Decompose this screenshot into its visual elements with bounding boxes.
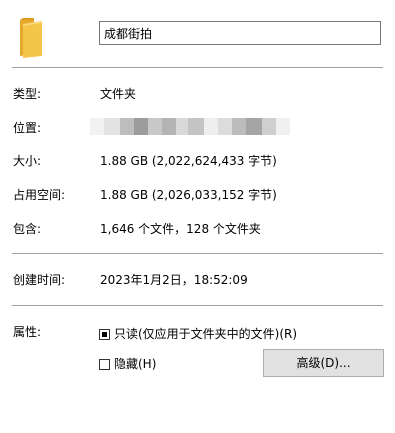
folder-name-input[interactable] <box>99 21 381 45</box>
location-value-redacted <box>90 118 290 135</box>
divider <box>12 253 383 254</box>
type-value: 文件夹 <box>100 87 137 101</box>
contains-label: 包含: <box>13 222 42 236</box>
size-value: 1.88 GB (2,022,624,433 字节) <box>100 154 277 168</box>
folder-icon <box>14 18 44 58</box>
divider <box>12 67 383 68</box>
hidden-checkbox-label: 隐藏(H) <box>114 357 157 371</box>
divider <box>12 305 383 306</box>
size-label: 大小: <box>13 154 42 168</box>
readonly-checkbox-box[interactable] <box>99 329 110 340</box>
readonly-checkbox[interactable]: 只读(仅应用于文件夹中的文件)(R) <box>99 326 297 342</box>
created-value: 2023年1月2日，18:52:09 <box>100 273 248 287</box>
size-on-disk-value: 1.88 GB (2,026,033,152 字节) <box>100 188 277 202</box>
hidden-checkbox-box[interactable] <box>99 359 110 370</box>
type-label: 类型: <box>13 87 42 101</box>
size-on-disk-label: 占用空间: <box>13 188 66 202</box>
created-label: 创建时间: <box>13 273 66 287</box>
contains-value: 1,646 个文件，128 个文件夹 <box>100 222 261 236</box>
location-label: 位置: <box>13 121 42 135</box>
hidden-checkbox[interactable]: 隐藏(H) <box>99 356 156 372</box>
readonly-checkbox-label: 只读(仅应用于文件夹中的文件)(R) <box>114 327 298 341</box>
attributes-label: 属性: <box>13 325 42 339</box>
advanced-button[interactable]: 高级(D)... <box>263 349 384 377</box>
